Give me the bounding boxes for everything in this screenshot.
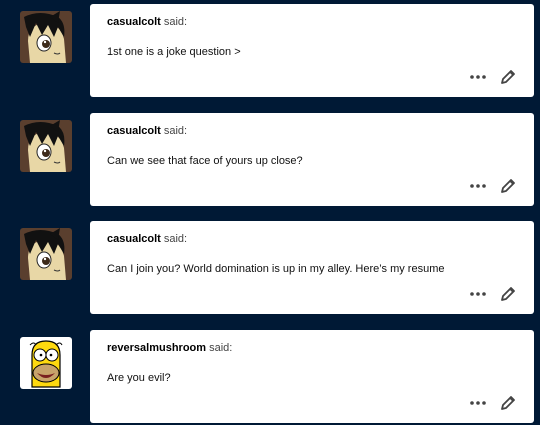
author-name[interactable]: casualcolt [107, 233, 161, 245]
edit-icon[interactable] [499, 394, 517, 412]
pony-avatar-icon[interactable] [20, 11, 72, 63]
more-options-icon[interactable] [469, 398, 487, 408]
author-line: casualcolt said: [107, 125, 187, 137]
author-name[interactable]: casualcolt [107, 16, 161, 28]
author-name[interactable]: casualcolt [107, 125, 161, 137]
said-label: said: [163, 16, 188, 28]
answer-card: reversalmushroom said: Are you evil? [90, 330, 534, 423]
author-line: casualcolt said: [107, 16, 187, 28]
said-label: said: [163, 125, 188, 137]
answer-card: casualcolt said: Can I join you? World d… [90, 221, 534, 314]
edit-icon[interactable] [499, 285, 517, 303]
author-line: reversalmushroom said: [107, 342, 232, 354]
more-options-icon[interactable] [469, 289, 487, 299]
pony-avatar-icon[interactable] [20, 120, 72, 172]
author-line: casualcolt said: [107, 233, 187, 245]
author-name[interactable]: reversalmushroom [107, 342, 206, 354]
message-text: Can I join you? World domination is up i… [107, 263, 445, 275]
answer-card: casualcolt said: 1st one is a joke quest… [90, 4, 534, 97]
more-options-icon[interactable] [469, 181, 487, 191]
message-text: Are you evil? [107, 372, 171, 384]
more-options-icon[interactable] [469, 72, 487, 82]
said-label: said: [163, 233, 188, 245]
edit-icon[interactable] [499, 177, 517, 195]
homer-avatar-icon[interactable] [20, 337, 72, 389]
message-text: Can we see that face of yours up close? [107, 155, 303, 167]
pony-avatar-icon[interactable] [20, 228, 72, 280]
edit-icon[interactable] [499, 68, 517, 86]
said-label: said: [209, 342, 233, 354]
message-text: 1st one is a joke question > [107, 46, 241, 58]
answer-card: casualcolt said: Can we see that face of… [90, 113, 534, 206]
